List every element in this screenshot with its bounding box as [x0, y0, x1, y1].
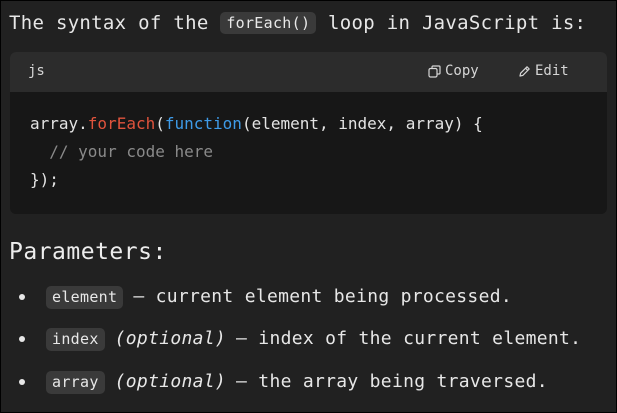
list-item-element: element – current element being processe…: [19, 284, 512, 310]
code-line-2: // your code here: [30, 142, 214, 161]
param-code: element: [46, 285, 124, 309]
code-line-1: array.forEach(function(element, index, a…: [30, 110, 607, 138]
param-desc: – current element being processed.: [133, 286, 512, 307]
param-optional: (optional): [114, 371, 227, 392]
copy-button[interactable]: Copy: [428, 63, 479, 79]
param-code: array: [46, 370, 105, 394]
code-block: js Copy Edit array.forEach(function(elem…: [10, 52, 607, 214]
intro-before: The syntax of the: [9, 12, 221, 34]
edit-button[interactable]: Edit: [518, 63, 569, 79]
list-item-array: array (optional) – the array being trave…: [19, 369, 548, 395]
inline-code-foreach: forEach(): [220, 12, 317, 34]
bullet: [19, 336, 25, 342]
bullet: [19, 294, 25, 300]
param-desc: – the array being traversed.: [236, 371, 548, 392]
code-block-header: js Copy Edit: [10, 52, 607, 92]
code-language-label: js: [28, 63, 45, 79]
code-args: (element, index, array) {: [241, 114, 483, 133]
param-desc: – index of the current element.: [236, 328, 582, 349]
param-code: index: [46, 327, 105, 351]
param-optional: (optional): [114, 328, 227, 349]
parameters-heading: Parameters:: [9, 239, 167, 265]
copy-icon: [428, 64, 441, 78]
bullet: [19, 379, 25, 385]
pencil-icon: [518, 65, 531, 78]
code-object: array.: [30, 114, 88, 133]
code-keyword: function: [164, 114, 242, 133]
intro-after: loop in JavaScript is:: [316, 12, 587, 34]
code-paren: (: [155, 114, 165, 133]
code-content: array.forEach(function(element, index, a…: [10, 92, 607, 194]
code-method: forEach: [87, 114, 156, 133]
copy-label: Copy: [445, 63, 479, 79]
edit-label: Edit: [535, 63, 569, 79]
code-line-3: });: [30, 170, 59, 189]
chat-message: The syntax of the forEach() loop in Java…: [0, 0, 617, 413]
list-item-index: index (optional) – index of the current …: [19, 326, 581, 352]
intro-text: The syntax of the forEach() loop in Java…: [9, 9, 586, 37]
